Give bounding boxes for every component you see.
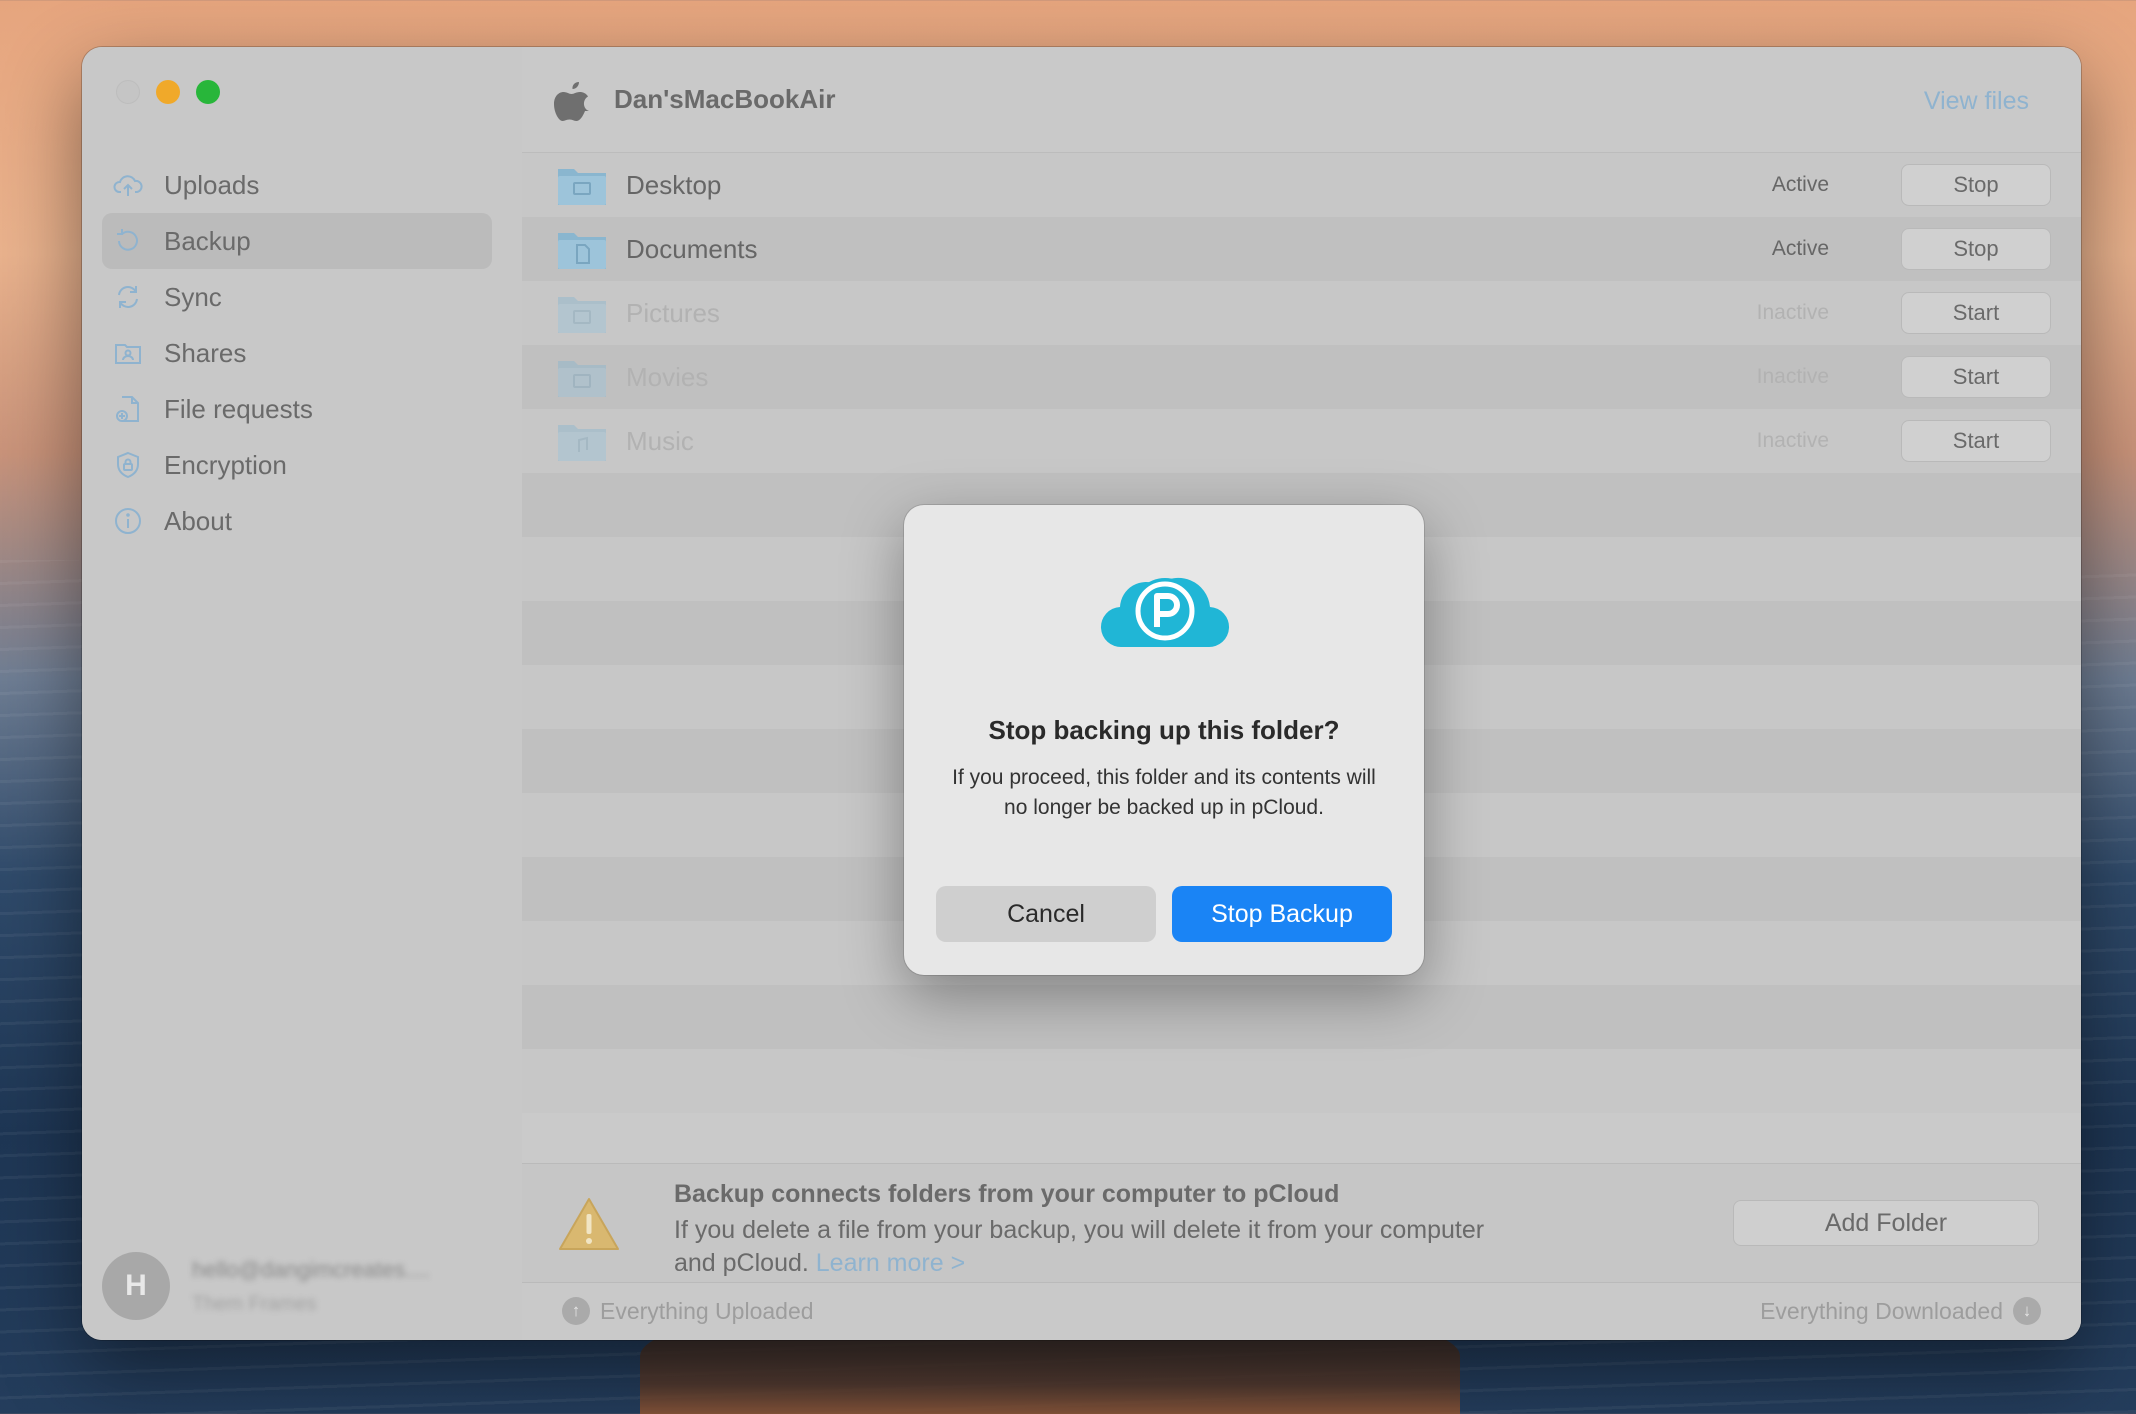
pcloud-logo-icon — [1100, 577, 1230, 648]
download-status: Everything Downloaded ↓ — [1760, 1297, 2041, 1325]
download-status-text: Everything Downloaded — [1760, 1297, 2003, 1324]
sidebar-item-label: About — [164, 505, 232, 536]
sidebar-item-file-requests[interactable]: File requests — [102, 381, 492, 437]
pictures-folder-icon — [558, 297, 606, 333]
upload-arrow-icon: ↑ — [562, 1297, 590, 1325]
sidebar-nav: Uploads Backup Sync Shares File requests… — [102, 157, 492, 549]
avatar[interactable]: H — [102, 1252, 170, 1320]
folder-row-documents: Documents Active Stop — [522, 217, 2081, 281]
stop-backup-documents-button[interactable]: Stop — [1901, 228, 2051, 270]
empty-row — [522, 985, 2081, 1049]
sidebar-item-label: Shares — [164, 337, 247, 368]
empty-row — [522, 1049, 2081, 1113]
status-badge: Inactive — [1756, 365, 1829, 388]
shared-folder-icon — [112, 337, 144, 369]
music-folder-icon — [558, 425, 606, 461]
folder-name: Documents — [626, 233, 758, 264]
app-window: Uploads Backup Sync Shares File requests… — [82, 47, 2081, 1340]
info-body-text: If you delete a file from your backup, y… — [674, 1216, 1485, 1277]
start-backup-music-button[interactable]: Start — [1901, 420, 2051, 462]
sidebar-item-about[interactable]: About — [102, 493, 492, 549]
folder-row-desktop: Desktop Active Stop — [522, 153, 2081, 217]
warning-icon — [559, 1198, 619, 1250]
folder-row-music: Music Inactive Start — [522, 409, 2081, 473]
folder-row-pictures: Pictures Inactive Start — [522, 281, 2081, 345]
status-badge: Active — [1771, 173, 1829, 196]
sidebar-item-label: File requests — [164, 393, 313, 424]
minimize-window-button[interactable] — [156, 80, 180, 104]
info-title: Backup connects folders from your comput… — [674, 1180, 1340, 1208]
dialog-title: Stop backing up this folder? — [988, 715, 1340, 745]
window-controls — [116, 80, 220, 104]
info-body: If you delete a file from your backup, y… — [674, 1214, 1494, 1280]
apple-logo-icon — [554, 81, 589, 121]
stop-backup-button[interactable]: Stop Backup — [1172, 886, 1392, 942]
start-backup-pictures-button[interactable]: Start — [1901, 292, 2051, 334]
sidebar-item-label: Sync — [164, 281, 222, 312]
account-plan: Them Frames — [192, 1292, 317, 1315]
device-header: Dan'sMacBookAir View files — [522, 47, 2081, 153]
status-bar: ↑ Everything Uploaded Everything Downloa… — [522, 1283, 2081, 1340]
account-email: hello@dangimcreates.... — [192, 1256, 430, 1282]
device-name: Dan'sMacBookAir — [614, 84, 836, 114]
sidebar-item-encryption[interactable]: Encryption — [102, 437, 492, 493]
sidebar-item-label: Backup — [164, 225, 251, 256]
learn-more-link[interactable]: Learn more > — [816, 1249, 965, 1277]
sidebar-item-label: Encryption — [164, 449, 287, 480]
folder-name: Pictures — [626, 297, 720, 328]
maximize-window-button[interactable] — [196, 80, 220, 104]
dialog-message: If you proceed, this folder and its cont… — [952, 766, 1376, 819]
sidebar-item-uploads[interactable]: Uploads — [102, 157, 492, 213]
sidebar-item-label: Uploads — [164, 169, 260, 200]
documents-folder-icon — [558, 233, 606, 269]
status-badge: Active — [1771, 237, 1829, 260]
download-arrow-icon: ↓ — [2013, 1297, 2041, 1325]
stop-backup-dialog: Stop backing up this folder? If you proc… — [904, 505, 1424, 975]
sidebar-item-backup[interactable]: Backup — [102, 213, 492, 269]
shield-lock-icon — [112, 449, 144, 481]
add-folder-button[interactable]: Add Folder — [1733, 1200, 2039, 1246]
folder-name: Desktop — [626, 169, 722, 200]
cloud-upload-icon — [112, 169, 144, 201]
info-icon — [112, 505, 144, 537]
backup-history-icon — [112, 225, 144, 257]
desktop-folder-icon — [558, 169, 606, 205]
account-details: hello@dangimcreates.... Them Frames — [192, 1257, 492, 1316]
folder-name: Music — [626, 425, 694, 456]
folder-name: Movies — [626, 361, 709, 392]
sync-icon — [112, 281, 144, 313]
sidebar-item-shares[interactable]: Shares — [102, 325, 492, 381]
folder-row-movies: Movies Inactive Start — [522, 345, 2081, 409]
status-badge: Inactive — [1756, 429, 1829, 452]
backup-info-panel: Backup connects folders from your comput… — [522, 1163, 2081, 1283]
start-backup-movies-button[interactable]: Start — [1901, 356, 2051, 398]
file-request-icon — [112, 393, 144, 425]
sidebar: Uploads Backup Sync Shares File requests… — [82, 47, 522, 1340]
stop-backup-desktop-button[interactable]: Stop — [1901, 164, 2051, 206]
upload-status-text: Everything Uploaded — [600, 1297, 814, 1324]
sidebar-item-sync[interactable]: Sync — [102, 269, 492, 325]
upload-status: ↑ Everything Uploaded — [562, 1297, 814, 1325]
close-window-button[interactable] — [116, 80, 140, 104]
cancel-button[interactable]: Cancel — [936, 886, 1156, 942]
view-files-link[interactable]: View files — [1924, 87, 2029, 116]
account-panel[interactable]: H hello@dangimcreates.... Them Frames — [102, 1252, 492, 1320]
status-badge: Inactive — [1756, 301, 1829, 324]
movies-folder-icon — [558, 361, 606, 397]
